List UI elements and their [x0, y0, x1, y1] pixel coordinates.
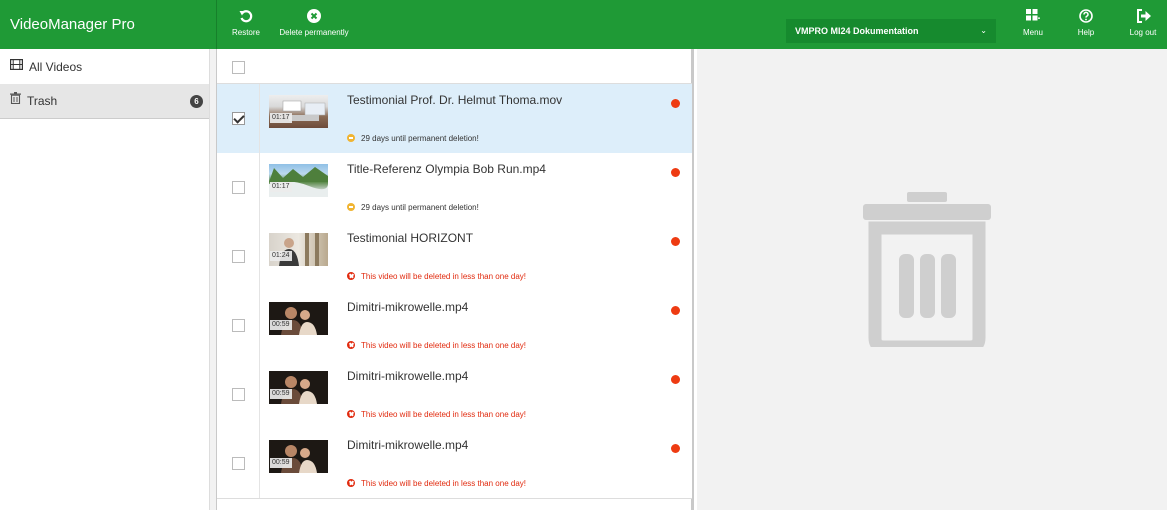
row-checkbox[interactable]: [232, 457, 245, 470]
row-separator: [259, 429, 260, 498]
error-icon: [347, 341, 355, 349]
status-dot: [671, 99, 680, 108]
error-icon: [347, 272, 355, 280]
logout-button[interactable]: Log out: [1126, 0, 1160, 49]
deletion-warning: This video will be deleted in less than …: [347, 479, 526, 488]
film-icon: [10, 49, 24, 84]
status-dot: [671, 168, 680, 177]
delete-permanently-label: Delete permanently: [279, 28, 349, 37]
video-thumbnail: 01:24: [269, 233, 328, 266]
list-header: [217, 49, 692, 84]
video-title: Dimitri-mikrowelle.mp4: [347, 300, 469, 314]
help-label: Help: [1077, 28, 1095, 37]
error-icon: [347, 479, 355, 487]
trash-icon: [10, 83, 21, 118]
video-title: Testimonial Prof. Dr. Helmut Thoma.mov: [347, 93, 563, 107]
video-title: Dimitri-mikrowelle.mp4: [347, 438, 469, 452]
deletion-warning-text: This video will be deleted in less than …: [361, 341, 526, 350]
deletion-warning: 29 days until permanent deletion!: [347, 134, 479, 143]
trash-count-badge: 6: [190, 95, 203, 108]
trash-icon: [863, 192, 991, 354]
video-thumbnail: 00:59: [269, 302, 328, 335]
close-circle-icon: [276, 0, 352, 28]
channel-select[interactable]: VMPRO MI24 Dokumentation ⌄: [786, 19, 996, 43]
restore-icon: [226, 0, 266, 28]
deletion-warning-text: This video will be deleted in less than …: [361, 272, 526, 281]
warning-icon: [347, 203, 355, 211]
logout-label: Log out: [1129, 28, 1157, 37]
help-button[interactable]: Help: [1073, 0, 1099, 49]
row-separator: [259, 222, 260, 291]
video-row[interactable]: 00:59 Dimitri-mikrowelle.mp4 This video …: [217, 429, 692, 499]
help-icon: [1073, 0, 1099, 28]
video-duration: 01:17: [270, 113, 292, 123]
deletion-warning-text: This video will be deleted in less than …: [361, 410, 526, 419]
video-row[interactable]: 00:59 Dimitri-mikrowelle.mp4 This video …: [217, 291, 692, 361]
error-icon: [347, 410, 355, 418]
logout-icon: [1126, 0, 1160, 28]
menu-label: Menu: [1022, 28, 1043, 37]
delete-permanently-button[interactable]: Delete permanently: [276, 0, 352, 49]
video-thumbnail: 01:17: [269, 164, 328, 197]
warning-icon: [347, 134, 355, 142]
status-dot: [671, 375, 680, 384]
status-dot: [671, 237, 680, 246]
video-thumbnail: 01:17: [269, 95, 328, 128]
video-title: Title-Referenz Olympia Bob Run.mp4: [347, 162, 546, 176]
row-checkbox[interactable]: [232, 319, 245, 332]
video-thumbnail: 00:59: [269, 371, 328, 404]
row-checkbox[interactable]: [232, 388, 245, 401]
video-duration: 01:24: [270, 251, 292, 261]
video-duration: 01:17: [270, 182, 292, 192]
sidebar: All Videos Trash 6: [0, 49, 210, 510]
deletion-warning-text: 29 days until permanent deletion!: [361, 203, 479, 212]
row-separator: [259, 84, 260, 153]
detail-panel: [697, 49, 1167, 510]
deletion-warning: This video will be deleted in less than …: [347, 272, 526, 281]
grid-menu-icon: [1018, 0, 1048, 28]
restore-button[interactable]: Restore: [226, 0, 266, 49]
toolbar-divider: [216, 0, 217, 49]
menu-button[interactable]: Menu: [1018, 0, 1048, 49]
status-dot: [671, 306, 680, 315]
sidebar-item-trash[interactable]: Trash 6: [0, 84, 209, 119]
video-row[interactable]: 01:17 Testimonial Prof. Dr. Helmut Thoma…: [217, 84, 692, 154]
sidebar-item-label: All Videos: [29, 60, 83, 74]
app-title: VideoManager Pro: [10, 16, 135, 33]
deletion-warning: This video will be deleted in less than …: [347, 341, 526, 350]
status-dot: [671, 444, 680, 453]
restore-label: Restore: [231, 28, 260, 37]
video-row[interactable]: 00:59 Dimitri-mikrowelle.mp4 This video …: [217, 360, 692, 430]
deletion-warning: 29 days until permanent deletion!: [347, 203, 479, 212]
row-separator: [259, 291, 260, 360]
video-title: Dimitri-mikrowelle.mp4: [347, 369, 469, 383]
sidebar-item-all-videos[interactable]: All Videos: [0, 50, 209, 85]
row-checkbox[interactable]: [232, 250, 245, 263]
chevron-down-icon: ⌄: [980, 26, 987, 35]
channel-select-value: VMPRO MI24 Dokumentation: [795, 26, 919, 36]
top-bar: VideoManager Pro Restore Delete permanen…: [0, 0, 1167, 49]
deletion-warning-text: This video will be deleted in less than …: [361, 479, 526, 488]
row-separator: [259, 153, 260, 222]
video-duration: 00:59: [270, 320, 292, 330]
video-duration: 00:59: [270, 458, 292, 468]
row-checkbox[interactable]: [232, 181, 245, 194]
row-checkbox[interactable]: [232, 112, 245, 125]
video-thumbnail: 00:59: [269, 440, 328, 473]
deletion-warning-text: 29 days until permanent deletion!: [361, 134, 479, 143]
sidebar-item-label: Trash: [27, 94, 58, 108]
video-row[interactable]: 01:24 Testimonial HORIZONT This video wi…: [217, 222, 692, 292]
video-list: 01:17 Testimonial Prof. Dr. Helmut Thoma…: [216, 49, 694, 510]
select-all-checkbox[interactable]: [232, 61, 245, 74]
video-row[interactable]: 01:17 Title-Referenz Olympia Bob Run.mp4…: [217, 153, 692, 223]
video-title: Testimonial HORIZONT: [347, 231, 474, 245]
row-separator: [259, 360, 260, 429]
deletion-warning: This video will be deleted in less than …: [347, 410, 526, 419]
video-duration: 00:59: [270, 389, 292, 399]
